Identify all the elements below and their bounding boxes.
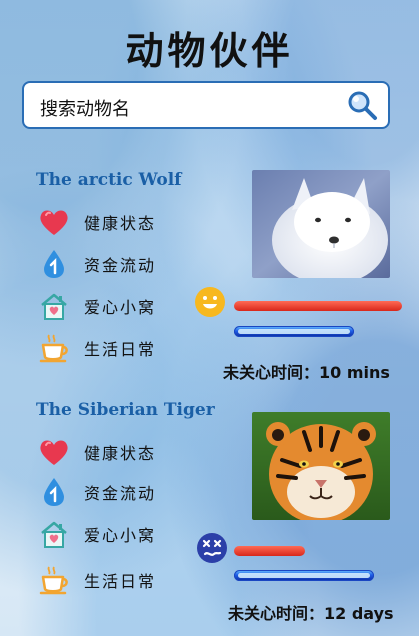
health-bar — [234, 301, 402, 311]
search-bar[interactable]: 搜索动物名 — [22, 81, 390, 129]
heart-icon — [40, 210, 68, 235]
menu-funds-label: 资金流动 — [84, 484, 157, 503]
animal-card-arctic-wolf[interactable]: The arctic Wolf 健康状态 资金流动 爱心小窝 生活日常 未关心时… — [0, 170, 419, 400]
menu-home[interactable]: 爱心小窝 — [38, 518, 188, 550]
menu-health-label: 健康状态 — [84, 444, 157, 463]
heart-icon — [40, 440, 68, 465]
home-heart-icon — [41, 293, 67, 320]
animal-photo-arctic-wolf[interactable] — [252, 170, 390, 278]
search-icon[interactable] — [346, 89, 378, 121]
dizzy-face-icon — [197, 533, 227, 563]
menu-home-label: 爱心小窝 — [84, 526, 157, 545]
water-drop-icon — [44, 250, 64, 278]
menu-home[interactable]: 爱心小窝 — [38, 290, 188, 322]
health-bar-fill — [234, 301, 402, 311]
menu-health-label: 健康状态 — [84, 214, 157, 233]
menu-funds[interactable]: 资金流动 — [38, 248, 188, 280]
menu-home-label: 爱心小窝 — [84, 298, 157, 317]
animal-card-siberian-tiger[interactable]: The Siberian Tiger 健康状态 资金流动 爱心小窝 生活日常 未… — [0, 400, 419, 630]
uncared-time: 未关心时间：12 days — [228, 604, 394, 623]
menu-daily[interactable]: 生活日常 — [38, 332, 188, 364]
coffee-cup-icon — [39, 334, 68, 363]
menu-health[interactable]: 健康状态 — [38, 436, 188, 468]
animal-name: The arctic Wolf — [36, 170, 182, 190]
uncared-time: 未关心时间：10 mins — [223, 363, 390, 382]
animal-photo-siberian-tiger[interactable] — [252, 412, 390, 520]
fund-bar-fill — [238, 573, 370, 578]
fund-bar — [234, 570, 374, 581]
coffee-cup-icon — [39, 566, 68, 595]
menu-daily-label: 生活日常 — [84, 572, 157, 591]
fund-bar — [234, 326, 354, 337]
animal-name: The Siberian Tiger — [36, 400, 215, 420]
happy-face-icon — [195, 287, 225, 317]
menu-daily[interactable]: 生活日常 — [38, 564, 188, 596]
search-input[interactable]: 搜索动物名 — [40, 95, 130, 121]
health-bar-fill — [234, 546, 305, 556]
menu-funds[interactable]: 资金流动 — [38, 476, 188, 508]
health-bar — [234, 546, 402, 556]
app-title: 动物伙伴 — [125, 29, 294, 73]
fund-bar-fill — [238, 329, 350, 334]
home-heart-icon — [41, 521, 67, 548]
menu-health[interactable]: 健康状态 — [38, 206, 188, 238]
menu-daily-label: 生活日常 — [84, 340, 157, 359]
menu-funds-label: 资金流动 — [84, 256, 157, 275]
water-drop-icon — [44, 478, 64, 506]
